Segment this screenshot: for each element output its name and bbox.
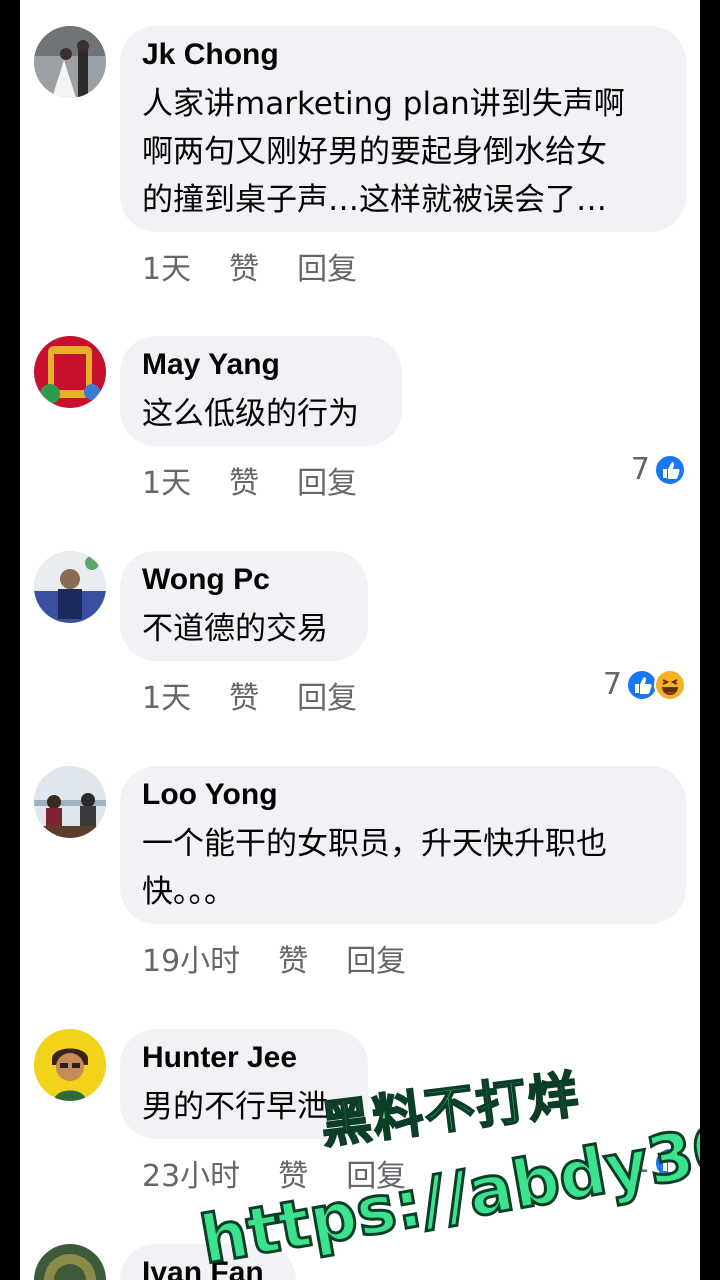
reply-button[interactable]: 回复 [297, 673, 357, 717]
commenter-avatar[interactable] [34, 336, 106, 408]
commenter-name[interactable]: Jk Chong [142, 36, 662, 74]
comment-bubble: Jk Chong 人家讲marketing plan讲到失声啊 啊两句又刚好男的… [120, 26, 686, 232]
commenter-name[interactable]: Wong Pc [142, 561, 344, 599]
like-icon [654, 453, 686, 486]
reaction-summary[interactable]: 7 [631, 452, 686, 487]
reply-button[interactable]: 回复 [346, 936, 406, 980]
reply-button[interactable]: 回复 [297, 244, 357, 288]
comments-panel: Jk Chong 人家讲marketing plan讲到失声啊 啊两句又刚好男的… [20, 0, 700, 1280]
comment-text: 一个能干的女职员，升天快升职也 快。。。 [142, 826, 607, 910]
commenter-avatar[interactable] [34, 551, 106, 623]
comment-time[interactable]: 1天 [142, 673, 191, 717]
commenter-name[interactable]: Hunter Jee [142, 1039, 344, 1077]
comment-text: 不道德的交易 [142, 611, 328, 647]
comment-time[interactable]: 1天 [142, 244, 191, 288]
comment-bubble: Wong Pc 不道德的交易 [120, 551, 368, 661]
comment-actions: 1天 赞 回复 [142, 458, 357, 502]
laugh-icon [654, 668, 686, 701]
commenter-name[interactable]: Loo Yong [142, 776, 662, 814]
reaction-count: 7 [602, 667, 622, 702]
comment-text: 这么低级的行为 [142, 396, 359, 432]
comment-text: 男的不行早泄 [142, 1089, 328, 1125]
commenter-avatar[interactable] [34, 1244, 106, 1280]
comment-text: 人家讲marketing plan讲到失声啊 啊两句又刚好男的要起身倒水给女 的… [142, 86, 625, 218]
like-button[interactable]: 赞 [229, 458, 259, 502]
commenter-avatar[interactable] [34, 26, 106, 98]
reaction-count: 7 [630, 452, 650, 487]
like-button[interactable]: 赞 [278, 936, 308, 980]
comment-actions: 1天 赞 回复 [142, 244, 357, 288]
reply-button[interactable]: 回复 [297, 458, 357, 502]
reaction-summary[interactable]: 7 [603, 667, 686, 702]
comment-time[interactable]: 23小时 [142, 1151, 240, 1195]
comment-bubble: Loo Yong 一个能干的女职员，升天快升职也 快。。。 [120, 766, 686, 924]
like-button[interactable]: 赞 [229, 673, 259, 717]
commenter-avatar[interactable] [34, 766, 106, 838]
commenter-name[interactable]: May Yang [142, 346, 378, 384]
comment-time[interactable]: 19小时 [142, 936, 240, 980]
like-button[interactable]: 赞 [229, 244, 259, 288]
comment-actions: 1天 赞 回复 [142, 673, 357, 717]
comment-time[interactable]: 1天 [142, 458, 191, 502]
comment-bubble: May Yang 这么低级的行为 [120, 336, 402, 446]
commenter-avatar[interactable] [34, 1029, 106, 1101]
comment-actions: 19小时 赞 回复 [142, 936, 406, 980]
